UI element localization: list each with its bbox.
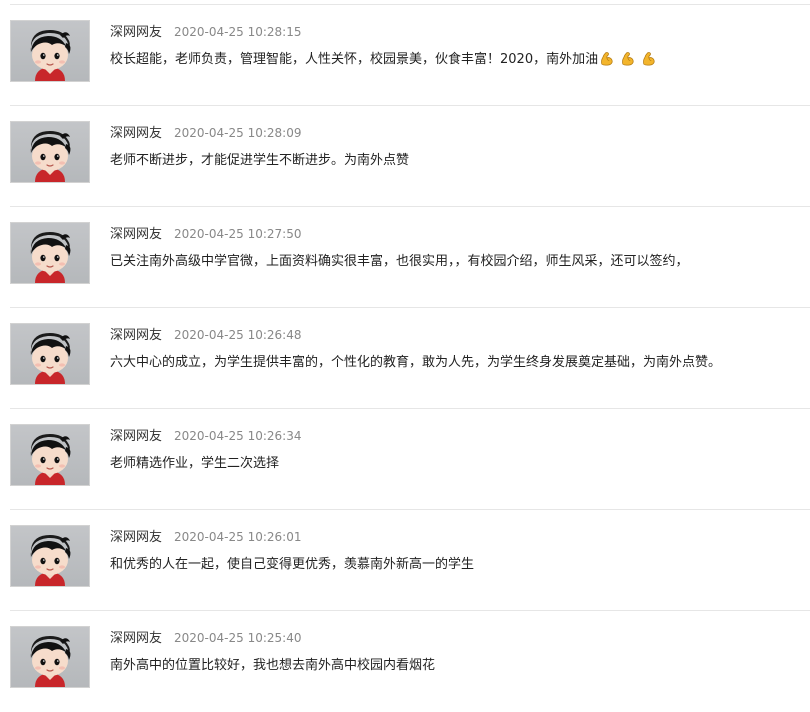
comment-author[interactable]: 深网网友: [110, 25, 162, 40]
cartoon-boy-icon: [30, 131, 71, 182]
comment-text-body: 和优秀的人在一起，使自己变得更优秀，羡慕南外新高一的学生: [110, 557, 475, 572]
comment-text-body: 老师不断进步，才能促进学生不断进步。为南外点赞: [110, 153, 410, 168]
emoji-row: [599, 51, 658, 72]
comment-text: 六大中心的成立，为学生提供丰富的，个性化的教育，敢为人先，为学生终身发展奠定基础…: [110, 354, 800, 372]
user-avatar[interactable]: [10, 222, 90, 284]
comment-text-body: 南外高中的位置比较好，我也想去南外高中校园内看烟花: [110, 658, 436, 673]
comment-text: 校长超能，老师负责，管理智能，人性关怀，校园景美，伙食丰富！2020，南外加油: [110, 51, 800, 72]
user-avatar[interactable]: [10, 626, 90, 688]
comment-time: 2020-04-25 10:26:48: [174, 328, 302, 342]
flexed-biceps-icon: [643, 52, 655, 66]
comment-item: 深网网友 2020-04-25 10:25:40 南外高中的位置比较好，我也想去南…: [0, 611, 810, 712]
comment-item: 深网网友 2020-04-25 10:26:01 和优秀的人在一起，使自己变得更优…: [0, 510, 810, 611]
comment-author[interactable]: 深网网友: [110, 328, 162, 343]
comment-time: 2020-04-25 10:28:09: [174, 126, 302, 140]
comment-time: 2020-04-25 10:26:34: [174, 429, 302, 443]
comment-item: 深网网友 2020-04-25 10:26:48 六大中心的成立，为学生提供丰富的…: [0, 308, 810, 409]
user-avatar[interactable]: [10, 323, 90, 385]
cartoon-boy-icon: [30, 434, 71, 485]
comment-time: 2020-04-25 10:26:01: [174, 530, 302, 544]
comment-author[interactable]: 深网网友: [110, 631, 162, 646]
comment-text-body: 校长超能，老师负责，管理智能，人性关怀，校园景美，伙食丰富！2020，南外加油: [110, 52, 599, 67]
comment-meta: 深网网友 2020-04-25 10:28:15: [110, 22, 301, 40]
comment-meta: 深网网友 2020-04-25 10:26:01: [110, 527, 301, 545]
comment-meta: 深网网友 2020-04-25 10:28:09: [110, 123, 301, 141]
comment-text-body: 已关注南外高级中学官微，上面资料确实很丰富，也很实用，，有校园介绍，师生风采，还…: [110, 254, 689, 269]
user-avatar[interactable]: [10, 424, 90, 486]
comment-text: 南外高中的位置比较好，我也想去南外高中校园内看烟花: [110, 657, 800, 675]
flexed-biceps-icon: [622, 52, 634, 66]
comment-time: 2020-04-25 10:28:15: [174, 25, 302, 39]
comment-text-body: 六大中心的成立，为学生提供丰富的，个性化的教育，敢为人先，为学生终身发展奠定基础…: [110, 355, 722, 370]
comment-text: 老师不断进步，才能促进学生不断进步。为南外点赞: [110, 152, 800, 170]
comment-text: 老师精选作业，学生二次选择: [110, 455, 800, 473]
user-avatar[interactable]: [10, 121, 90, 183]
comment-text-body: 老师精选作业，学生二次选择: [110, 456, 280, 471]
comment-item: 深网网友 2020-04-25 10:26:34 老师精选作业，学生二次选择: [0, 409, 810, 510]
comment-item: 深网网友 2020-04-25 10:28:15 校长超能，老师负责，管理智能，人…: [0, 5, 810, 106]
comment-author[interactable]: 深网网友: [110, 126, 162, 141]
comment-text: 已关注南外高级中学官微，上面资料确实很丰富，也很实用，，有校园介绍，师生风采，还…: [110, 253, 800, 271]
comment-author[interactable]: 深网网友: [110, 530, 162, 545]
comment-time: 2020-04-25 10:27:50: [174, 227, 302, 241]
cartoon-boy-icon: [30, 535, 71, 586]
comment-meta: 深网网友 2020-04-25 10:26:34: [110, 426, 301, 444]
cartoon-boy-icon: [30, 232, 71, 283]
flexed-biceps-icon: [601, 52, 613, 66]
user-avatar[interactable]: [10, 525, 90, 587]
comment-author[interactable]: 深网网友: [110, 429, 162, 444]
user-avatar[interactable]: [10, 20, 90, 82]
cartoon-boy-icon: [30, 30, 71, 81]
comment-author[interactable]: 深网网友: [110, 227, 162, 242]
comment-list: 深网网友 2020-04-25 10:28:15 校长超能，老师负责，管理智能，人…: [0, 5, 810, 712]
comment-meta: 深网网友 2020-04-25 10:25:40: [110, 628, 301, 646]
cartoon-boy-icon: [30, 636, 71, 687]
comment-meta: 深网网友 2020-04-25 10:26:48: [110, 325, 301, 343]
comment-meta: 深网网友 2020-04-25 10:27:50: [110, 224, 301, 242]
comment-time: 2020-04-25 10:25:40: [174, 631, 302, 645]
comment-item: 深网网友 2020-04-25 10:28:09 老师不断进步，才能促进学生不断进…: [0, 106, 810, 207]
comment-item: 深网网友 2020-04-25 10:27:50 已关注南外高级中学官微，上面资料…: [0, 207, 810, 308]
comment-text: 和优秀的人在一起，使自己变得更优秀，羡慕南外新高一的学生: [110, 556, 800, 574]
cartoon-boy-icon: [30, 333, 71, 384]
